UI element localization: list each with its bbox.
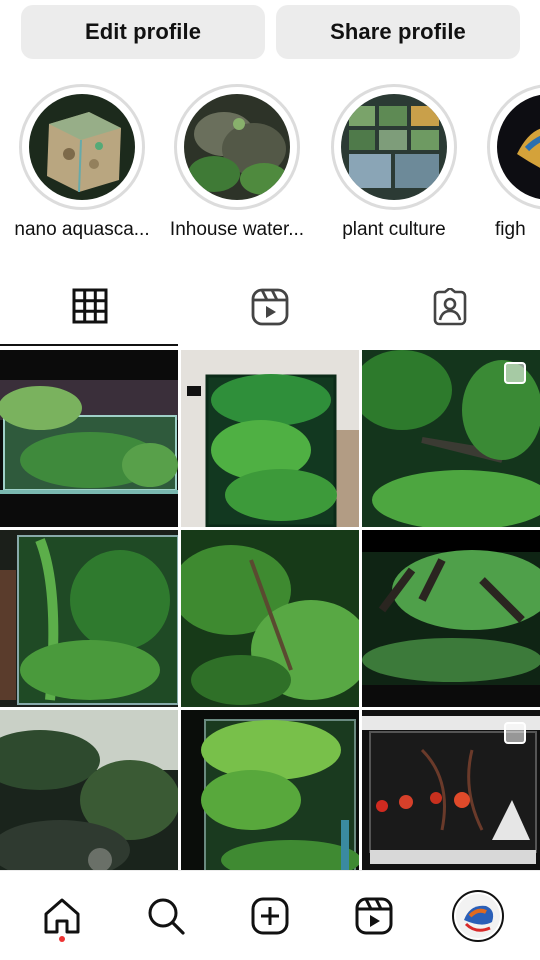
post-thumbnail[interactable] [362, 350, 540, 527]
tab-tagged[interactable] [360, 276, 540, 346]
edit-profile-button[interactable]: Edit profile [21, 5, 265, 59]
reels-icon [251, 288, 289, 326]
highlight-ring [19, 84, 145, 210]
highlight-thumbnail [184, 94, 290, 200]
nav-home[interactable] [27, 881, 97, 951]
story-highlights: nano aquasca... Inhouse water... plant c… [0, 84, 540, 254]
highlight-item[interactable]: plant culture [314, 84, 474, 241]
nav-profile[interactable] [443, 881, 513, 951]
highlight-item[interactable]: figh [470, 84, 540, 241]
home-icon [44, 898, 80, 933]
nav-reels[interactable] [339, 881, 409, 951]
nav-create[interactable] [235, 881, 305, 951]
multiple-posts-icon [504, 722, 526, 744]
highlight-ring [174, 84, 300, 210]
post-thumbnail[interactable] [181, 350, 359, 527]
profile-avatar-ring [452, 889, 504, 942]
profile-avatar [456, 893, 500, 938]
highlight-label: nano aquasca... [14, 219, 150, 240]
highlight-label: Inhouse water... [169, 219, 305, 240]
posts-grid [0, 350, 540, 870]
highlight-item[interactable]: Inhouse water... [157, 84, 317, 241]
highlight-thumbnail [29, 94, 135, 200]
tab-grid[interactable] [0, 276, 180, 346]
highlight-item[interactable]: nano aquasca... [2, 84, 162, 241]
highlight-thumbnail [341, 94, 447, 200]
share-profile-button[interactable]: Share profile [276, 5, 520, 59]
create-icon [251, 897, 289, 934]
reels-icon [355, 897, 393, 934]
search-icon [148, 898, 185, 935]
post-thumbnail[interactable] [0, 530, 178, 707]
highlight-ring [331, 84, 457, 210]
grid-icon [72, 288, 108, 324]
nav-search[interactable] [131, 881, 201, 951]
notification-dot [59, 935, 65, 942]
post-thumbnail[interactable] [181, 530, 359, 707]
tab-reels[interactable] [180, 276, 360, 346]
post-thumbnail[interactable] [0, 710, 178, 870]
post-thumbnail[interactable] [362, 710, 540, 870]
post-thumbnail[interactable] [362, 530, 540, 707]
post-thumbnail[interactable] [181, 710, 359, 870]
bottom-navigation [0, 870, 540, 960]
post-thumbnail[interactable] [0, 350, 178, 527]
tagged-icon [433, 288, 467, 326]
multiple-posts-icon [504, 362, 526, 384]
highlight-thumbnail [497, 94, 540, 200]
highlight-label: figh [495, 219, 526, 240]
highlight-label: plant culture [342, 219, 446, 240]
highlight-ring [487, 84, 540, 210]
profile-tabs [0, 276, 540, 346]
profile-actions: Edit profile Share profile [21, 5, 520, 59]
active-tab-indicator [0, 344, 178, 346]
